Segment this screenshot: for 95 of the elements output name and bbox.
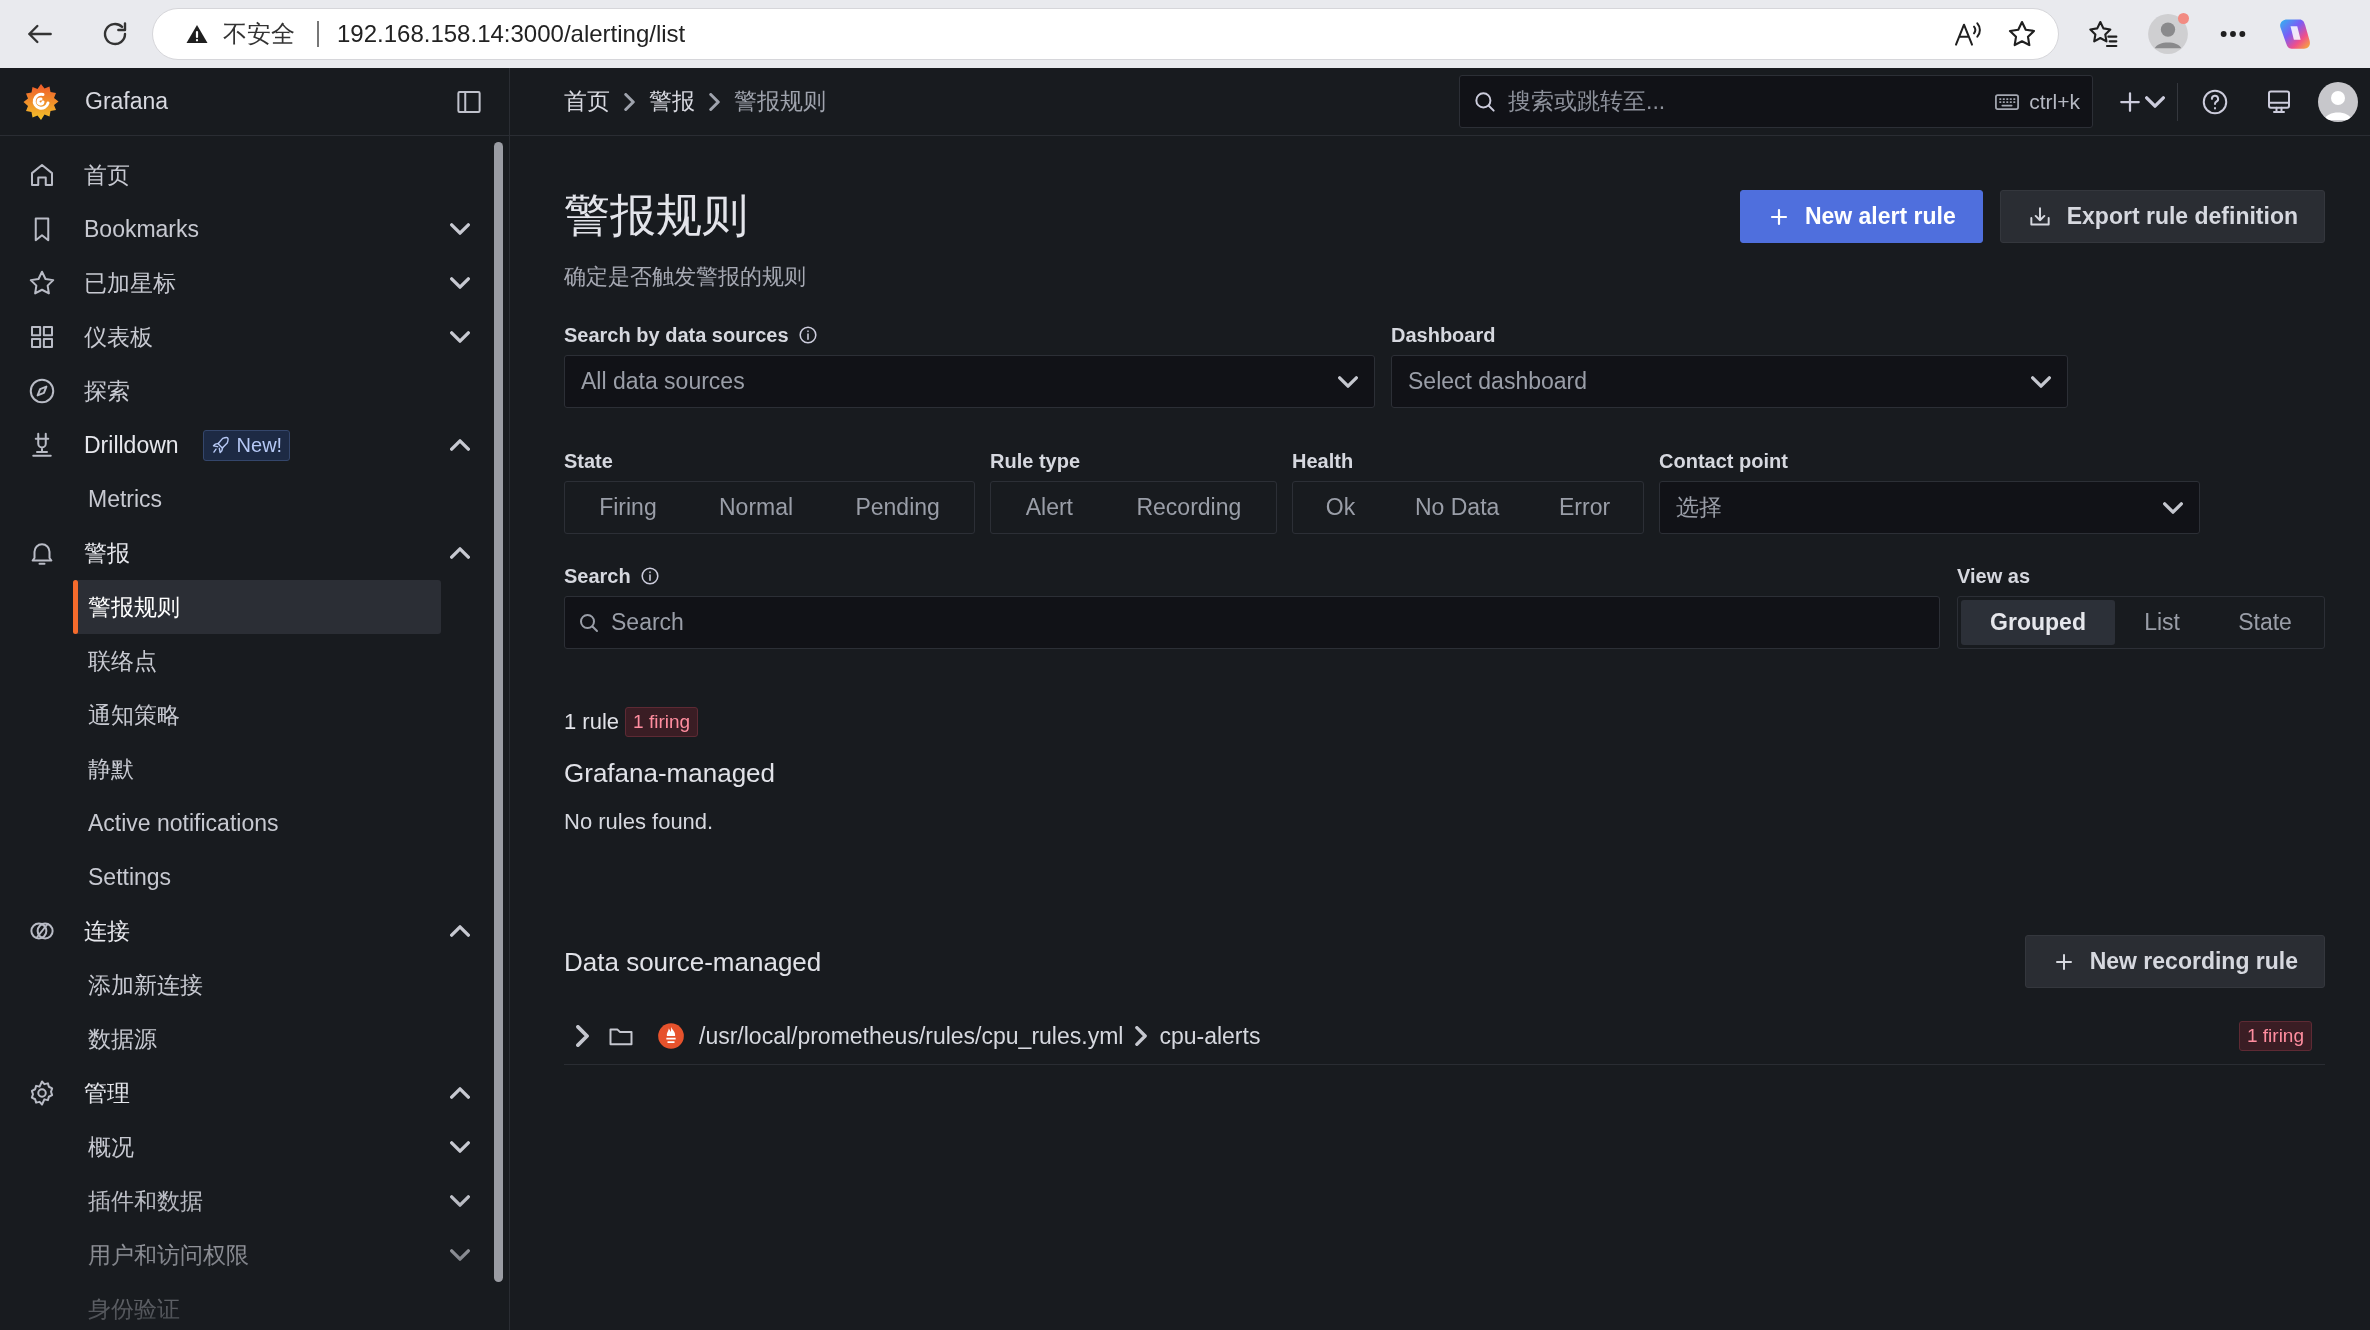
new-badge: New!	[202, 429, 291, 461]
file-path: /usr/local/prometheus/rules/cpu_rules.yml	[699, 1022, 1124, 1050]
dropdown[interactable]: All data sources	[564, 355, 1375, 408]
nav-item[interactable]: 已加星标	[0, 256, 490, 310]
chevron-down-icon[interactable]	[450, 223, 470, 235]
profile-avatar-icon[interactable]	[2147, 13, 2189, 55]
shortcut-hint: ctrl+k	[2029, 89, 2080, 114]
nav-item[interactable]: 连接	[0, 904, 490, 958]
chevron-right-icon	[624, 92, 635, 111]
nav-subitem[interactable]: 联络点	[73, 634, 441, 688]
caret-icon[interactable]	[2145, 95, 2165, 108]
nav-item[interactable]: 警报	[0, 526, 490, 580]
section-title: Data source-managed	[564, 945, 822, 979]
toggle-option[interactable]: Error	[1529, 485, 1640, 530]
chevron-down-icon	[2163, 501, 2183, 514]
chevron-down-icon[interactable]	[450, 277, 470, 289]
chevron-up-icon[interactable]	[450, 547, 470, 559]
field-label: Search	[564, 564, 631, 588]
section-title: Grafana-managed	[564, 757, 777, 790]
app-name: Grafana	[85, 88, 169, 115]
group-name: cpu-alerts	[1159, 1022, 1261, 1050]
view-option[interactable]: State	[2209, 600, 2321, 645]
chevron-down-icon	[1338, 375, 1358, 388]
user-avatar[interactable]	[2318, 81, 2358, 122]
field-label: Dashboard	[1391, 323, 1496, 347]
toggle-option[interactable]: Alert	[994, 485, 1105, 530]
rule-count: 1 rule	[564, 708, 620, 736]
nav-subitem[interactable]: Metrics	[73, 472, 441, 526]
firing-badge: 1 firing	[625, 707, 699, 737]
nav-subitem[interactable]: Settings	[73, 850, 441, 904]
new-recording-rule-button[interactable]: New recording rule	[2024, 935, 2325, 988]
nav-subitem[interactable]: 用户和访问权限	[73, 1228, 490, 1282]
assistant-icon[interactable]	[2277, 16, 2313, 52]
view-option[interactable]: Grouped	[1961, 600, 2116, 645]
nav-subitem[interactable]: 概况	[73, 1120, 490, 1174]
export-button[interactable]: Export rule definition	[1999, 190, 2325, 243]
search-field[interactable]: Search	[564, 596, 1940, 649]
page-title: 警报规则	[564, 188, 749, 243]
toggle-option[interactable]: No Data	[1385, 485, 1530, 530]
nav-subitem[interactable]: 警报规则	[73, 580, 441, 634]
chevron-down-icon	[2031, 375, 2051, 388]
toggle-option[interactable]: Firing	[568, 485, 688, 530]
security-label: 不安全	[223, 19, 295, 49]
nav-subitem[interactable]: 添加新连接	[73, 958, 441, 1012]
nav-subitem[interactable]: 静默	[73, 742, 441, 796]
field-label: State	[564, 449, 613, 473]
nav-item[interactable]: Drilldown New!	[0, 418, 490, 472]
field-label: Search by data sources	[564, 323, 789, 347]
nav-subitem[interactable]: 数据源	[73, 1012, 441, 1066]
compass-icon	[27, 376, 57, 406]
chevron-down-icon[interactable]	[450, 1141, 470, 1153]
new-alert-rule-button[interactable]: New alert rule	[1739, 190, 1983, 243]
search-field[interactable]: 搜索或跳转至... ctrl+k	[1459, 75, 2093, 128]
url-text: 192.168.158.14:3000/alerting/list	[337, 20, 686, 48]
toggle-option[interactable]: Ok	[1296, 485, 1386, 530]
field-label: Contact point	[1659, 449, 1788, 473]
nav-item[interactable]: 管理	[0, 1066, 490, 1120]
nav-item[interactable]: 首页	[0, 148, 490, 202]
favorites-icon[interactable]	[2087, 18, 2119, 50]
rule-group-row[interactable]: /usr/local/prometheus/rules/cpu_rules.yml cpu-alerts 1 firing	[564, 1008, 2325, 1065]
address-bar[interactable]: 不安全 192.168.158.14:3000/alerting/list	[152, 8, 2059, 60]
field-label: Rule type	[990, 449, 1081, 473]
data-source-icon	[657, 1022, 685, 1050]
nav-item[interactable]: 探索	[0, 364, 490, 418]
breadcrumb-link[interactable]: 警报	[649, 86, 695, 117]
nav-subitem[interactable]: Active notifications	[73, 796, 441, 850]
chevron-down-icon[interactable]	[450, 1249, 470, 1261]
chevron-up-icon[interactable]	[450, 1087, 470, 1099]
page-subtitle: 确定是否触发警报的规则	[564, 263, 806, 291]
scrollbar[interactable]	[494, 142, 503, 1282]
nav-item[interactable]: 仪表板	[0, 310, 490, 364]
rocket-icon	[210, 435, 231, 455]
toggle-option[interactable]: Normal	[687, 485, 825, 530]
toggle-option[interactable]: Pending	[824, 485, 971, 530]
dropdown[interactable]: 选择	[1659, 481, 2200, 534]
empty-message: No rules found.	[564, 808, 715, 836]
chevron-right-icon	[709, 92, 720, 111]
nav-item[interactable]: Bookmarks	[0, 202, 490, 256]
search-placeholder: 搜索或跳转至...	[1508, 87, 1666, 116]
chevron-up-icon[interactable]	[450, 439, 470, 451]
field-label: Health	[1292, 449, 1354, 473]
firing-badge: 1 firing	[2238, 1021, 2312, 1051]
chevron-up-icon[interactable]	[450, 925, 470, 937]
breadcrumb-link[interactable]: 首页	[564, 86, 610, 117]
breadcrumb-link[interactable]: 警报规则	[734, 86, 826, 117]
chevron-right-icon	[1135, 1026, 1148, 1046]
view-option[interactable]: List	[2115, 600, 2210, 645]
nav-subitem[interactable]: 通知策略	[73, 688, 441, 742]
chevron-down-icon[interactable]	[450, 331, 470, 343]
chevron-down-icon[interactable]	[450, 1195, 470, 1207]
nav-subitem[interactable]: 插件和数据	[73, 1174, 490, 1228]
field-label: View as	[1957, 564, 2031, 588]
toggle-option[interactable]: Recording	[1104, 485, 1273, 530]
chevron-right-icon[interactable]	[576, 1025, 589, 1047]
dropdown[interactable]: Select dashboard	[1391, 355, 2068, 408]
